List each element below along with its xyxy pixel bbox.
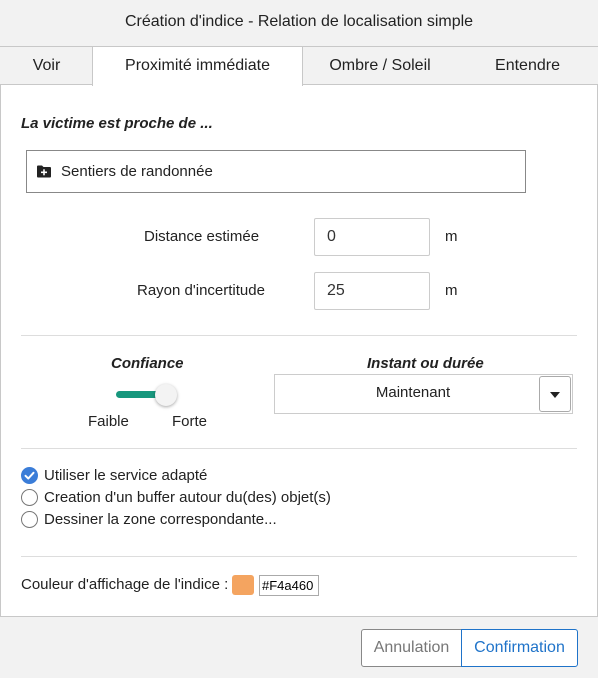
color-label: Couleur d'affichage de l'indice : bbox=[21, 576, 229, 593]
option-label: Creation d'un buffer autour du(des) obje… bbox=[44, 489, 331, 506]
divider bbox=[21, 556, 577, 557]
timing-select[interactable]: Maintenant bbox=[274, 374, 573, 414]
confidence-title: Confiance bbox=[111, 355, 184, 372]
caret-down-icon bbox=[550, 392, 560, 398]
confirm-button[interactable]: Confirmation bbox=[461, 629, 578, 667]
radius-label: Rayon d'incertitude bbox=[137, 282, 265, 299]
tab-bar: Voir Proximité immédiate Ombre / Soleil … bbox=[0, 46, 598, 86]
radio-unchecked-icon[interactable] bbox=[21, 489, 38, 506]
radius-unit: m bbox=[445, 282, 458, 299]
radio-checked-icon[interactable] bbox=[21, 467, 38, 484]
tab-voir[interactable]: Voir bbox=[0, 46, 93, 85]
cancel-button[interactable]: Annulation bbox=[361, 629, 462, 667]
divider bbox=[21, 448, 577, 449]
tab-proximite-immediate[interactable]: Proximité immédiate bbox=[92, 46, 303, 86]
dropdown-button[interactable] bbox=[539, 376, 571, 412]
section-heading: La victime est proche de ... bbox=[21, 115, 213, 132]
timing-selected-value: Maintenant bbox=[375, 384, 451, 401]
radio-unchecked-icon[interactable] bbox=[21, 511, 38, 528]
divider bbox=[21, 335, 577, 336]
layer-label: Sentiers de randonnée bbox=[61, 163, 213, 180]
distance-label: Distance estimée bbox=[144, 228, 260, 245]
confidence-min-label: Faible bbox=[88, 413, 129, 430]
tab-entendre[interactable]: Entendre bbox=[457, 46, 598, 85]
distance-input[interactable] bbox=[314, 218, 430, 256]
tab-ombre-soleil[interactable]: Ombre / Soleil bbox=[303, 46, 457, 85]
window-title: Création d'indice - Relation de localisa… bbox=[124, 13, 474, 30]
confidence-slider-knob[interactable] bbox=[155, 384, 177, 406]
color-swatch[interactable] bbox=[232, 575, 254, 595]
tab-divider bbox=[302, 84, 598, 85]
folder-plus-icon bbox=[37, 165, 51, 178]
color-hex-input[interactable] bbox=[259, 575, 319, 596]
distance-unit: m bbox=[445, 228, 458, 245]
timing-title: Instant ou durée bbox=[367, 355, 484, 372]
tab-divider bbox=[0, 84, 93, 85]
option-label: Dessiner la zone correspondante... bbox=[44, 511, 277, 528]
option-label: Utiliser le service adapté bbox=[44, 467, 208, 484]
layer-selector[interactable]: Sentiers de randonnée bbox=[26, 150, 526, 193]
radius-input[interactable] bbox=[314, 272, 430, 310]
confidence-max-label: Forte bbox=[172, 413, 208, 430]
